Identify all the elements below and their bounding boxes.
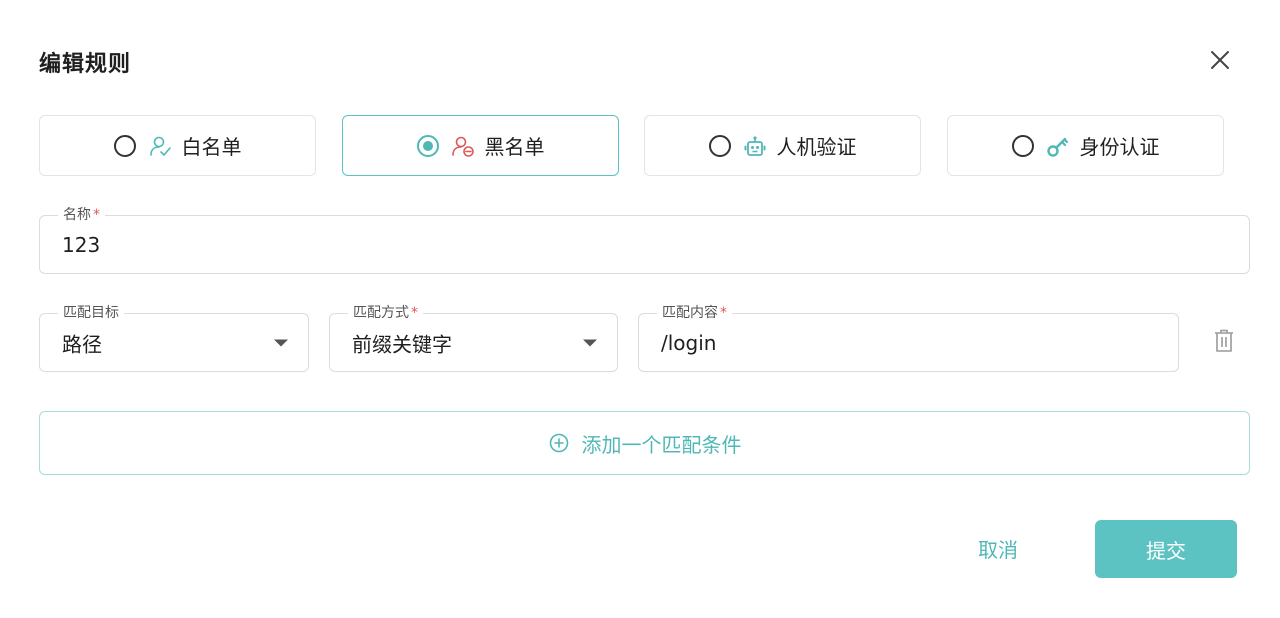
submit-button[interactable]: 提交	[1095, 520, 1237, 578]
radio-button[interactable]	[113, 134, 136, 157]
plus-circle-icon	[548, 432, 570, 454]
rule-type-blacklist[interactable]: 黑名单	[342, 115, 619, 176]
name-field-label: 名称 *	[58, 207, 105, 223]
rule-type-label: 身份认证	[1079, 135, 1160, 159]
match-method-select[interactable]: 匹配方式 * 前缀关键字	[329, 305, 618, 372]
user-check-icon	[148, 134, 172, 158]
name-input[interactable]: 123	[62, 233, 100, 257]
match-method-value: 前缀关键字	[352, 332, 452, 356]
key-icon	[1046, 134, 1070, 158]
dropdown-caret-icon[interactable]	[583, 339, 597, 346]
radio-button[interactable]	[708, 134, 731, 157]
rule-type-auth[interactable]: 身份认证	[947, 115, 1224, 176]
robot-icon	[743, 134, 767, 158]
user-block-icon	[451, 134, 475, 158]
add-condition-button[interactable]: 添加一个匹配条件	[39, 411, 1250, 475]
rule-type-label: 黑名单	[484, 135, 545, 159]
match-content-field[interactable]: 匹配内容 * /login	[638, 305, 1179, 372]
rule-type-label: 人机验证	[776, 135, 857, 159]
radio-button[interactable]	[1011, 134, 1034, 157]
radio-button-checked[interactable]	[416, 134, 439, 157]
match-target-label: 匹配目标	[58, 305, 124, 321]
dropdown-caret-icon[interactable]	[274, 339, 288, 346]
match-content-label: 匹配内容 *	[657, 305, 732, 321]
name-field[interactable]: 名称 * 123	[39, 207, 1250, 274]
rule-type-captcha[interactable]: 人机验证	[644, 115, 921, 176]
delete-condition-icon[interactable]	[1212, 328, 1236, 354]
add-condition-label: 添加一个匹配条件	[581, 432, 742, 457]
close-icon[interactable]	[1206, 46, 1234, 74]
cancel-button[interactable]: 取消	[978, 534, 1018, 563]
rule-type-whitelist[interactable]: 白名单	[39, 115, 316, 176]
match-target-select[interactable]: 匹配目标 路径	[39, 305, 309, 372]
rule-type-label: 白名单	[181, 135, 242, 159]
dialog-title: 编辑规则	[39, 52, 132, 77]
match-content-input[interactable]: /login	[661, 331, 716, 355]
match-target-value: 路径	[62, 332, 102, 356]
match-method-label: 匹配方式 *	[348, 305, 423, 321]
